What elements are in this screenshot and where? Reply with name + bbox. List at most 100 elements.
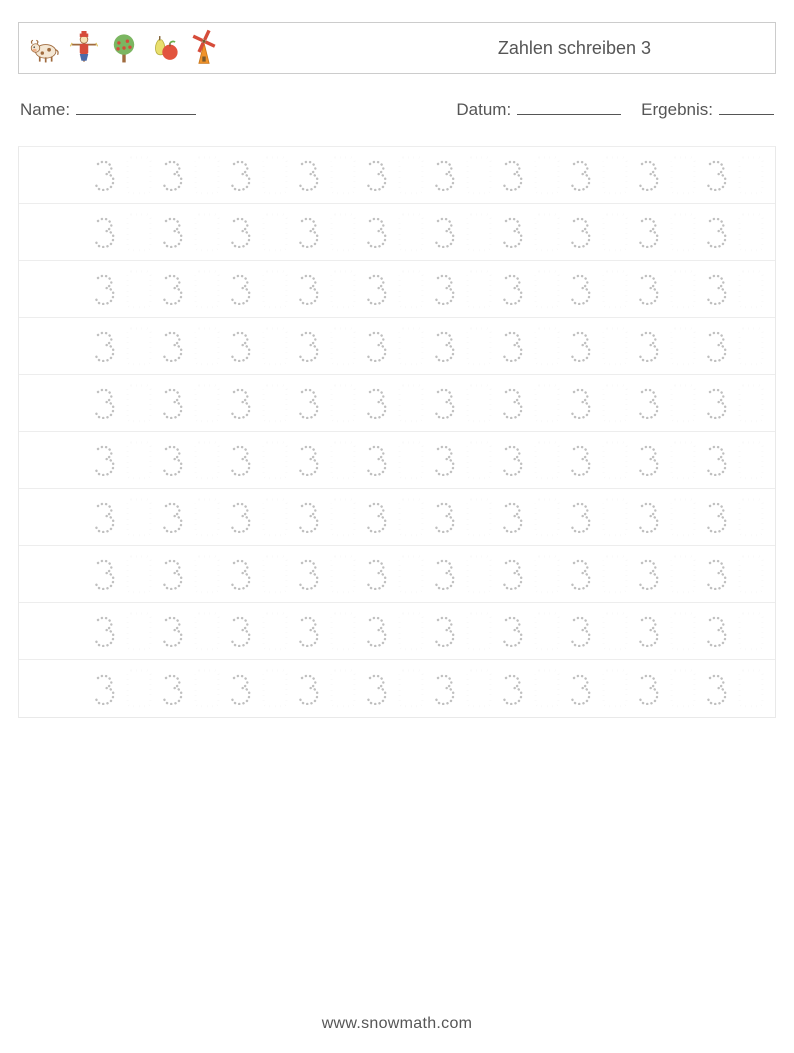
traced-blank-box[interactable] (601, 212, 629, 252)
traced-digit-3[interactable] (91, 611, 119, 651)
traced-digit-3[interactable] (295, 611, 323, 651)
traced-blank-box[interactable] (533, 212, 561, 252)
traced-digit-3[interactable] (703, 669, 731, 709)
traced-digit-3[interactable] (159, 326, 187, 366)
traced-blank-box[interactable] (533, 497, 561, 537)
traced-digit-3[interactable] (91, 155, 119, 195)
traced-blank-box[interactable] (193, 212, 221, 252)
traced-digit-3[interactable] (499, 669, 527, 709)
traced-digit-3[interactable] (91, 440, 119, 480)
traced-digit-3[interactable] (499, 155, 527, 195)
traced-digit-3[interactable] (295, 326, 323, 366)
traced-digit-3[interactable] (499, 383, 527, 423)
traced-blank-box[interactable] (601, 383, 629, 423)
traced-digit-3[interactable] (227, 326, 255, 366)
traced-digit-3[interactable] (567, 669, 595, 709)
traced-blank-box[interactable] (669, 611, 697, 651)
date-blank[interactable] (517, 100, 621, 115)
traced-blank-box[interactable] (329, 497, 357, 537)
traced-digit-3[interactable] (567, 212, 595, 252)
traced-digit-3[interactable] (363, 497, 391, 537)
traced-digit-3[interactable] (159, 669, 187, 709)
traced-digit-3[interactable] (363, 669, 391, 709)
traced-digit-3[interactable] (91, 383, 119, 423)
traced-blank-box[interactable] (465, 611, 493, 651)
traced-digit-3[interactable] (635, 155, 663, 195)
traced-blank-box[interactable] (329, 212, 357, 252)
traced-digit-3[interactable] (295, 155, 323, 195)
traced-digit-3[interactable] (703, 611, 731, 651)
traced-digit-3[interactable] (295, 497, 323, 537)
traced-blank-box[interactable] (397, 669, 425, 709)
traced-blank-box[interactable] (669, 383, 697, 423)
traced-digit-3[interactable] (363, 611, 391, 651)
traced-digit-3[interactable] (567, 611, 595, 651)
traced-blank-box[interactable] (669, 155, 697, 195)
traced-digit-3[interactable] (295, 440, 323, 480)
traced-digit-3[interactable] (635, 383, 663, 423)
traced-blank-box[interactable] (397, 440, 425, 480)
traced-blank-box[interactable] (125, 383, 153, 423)
traced-blank-box[interactable] (465, 497, 493, 537)
traced-blank-box[interactable] (533, 155, 561, 195)
traced-blank-box[interactable] (329, 669, 357, 709)
traced-blank-box[interactable] (601, 554, 629, 594)
traced-digit-3[interactable] (431, 383, 459, 423)
traced-blank-box[interactable] (669, 269, 697, 309)
traced-digit-3[interactable] (499, 611, 527, 651)
traced-digit-3[interactable] (635, 326, 663, 366)
traced-blank-box[interactable] (193, 554, 221, 594)
traced-blank-box[interactable] (397, 554, 425, 594)
traced-blank-box[interactable] (125, 155, 153, 195)
traced-blank-box[interactable] (533, 383, 561, 423)
traced-blank-box[interactable] (193, 326, 221, 366)
traced-blank-box[interactable] (533, 269, 561, 309)
traced-digit-3[interactable] (567, 269, 595, 309)
traced-digit-3[interactable] (431, 497, 459, 537)
traced-blank-box[interactable] (261, 554, 289, 594)
traced-blank-box[interactable] (669, 440, 697, 480)
traced-blank-box[interactable] (261, 669, 289, 709)
traced-blank-box[interactable] (669, 669, 697, 709)
traced-blank-box[interactable] (737, 326, 765, 366)
traced-blank-box[interactable] (533, 326, 561, 366)
traced-digit-3[interactable] (703, 155, 731, 195)
traced-digit-3[interactable] (227, 611, 255, 651)
traced-digit-3[interactable] (431, 212, 459, 252)
traced-digit-3[interactable] (567, 440, 595, 480)
traced-blank-box[interactable] (737, 497, 765, 537)
traced-blank-box[interactable] (533, 669, 561, 709)
traced-digit-3[interactable] (227, 383, 255, 423)
traced-blank-box[interactable] (329, 326, 357, 366)
traced-blank-box[interactable] (125, 212, 153, 252)
traced-digit-3[interactable] (159, 269, 187, 309)
traced-blank-box[interactable] (601, 497, 629, 537)
traced-digit-3[interactable] (227, 497, 255, 537)
traced-digit-3[interactable] (227, 554, 255, 594)
traced-blank-box[interactable] (465, 554, 493, 594)
traced-blank-box[interactable] (193, 497, 221, 537)
traced-blank-box[interactable] (125, 269, 153, 309)
traced-digit-3[interactable] (363, 269, 391, 309)
traced-digit-3[interactable] (567, 497, 595, 537)
traced-digit-3[interactable] (363, 326, 391, 366)
traced-digit-3[interactable] (159, 212, 187, 252)
traced-digit-3[interactable] (431, 326, 459, 366)
traced-digit-3[interactable] (227, 155, 255, 195)
traced-digit-3[interactable] (703, 440, 731, 480)
traced-blank-box[interactable] (669, 212, 697, 252)
name-blank[interactable] (76, 100, 196, 115)
traced-digit-3[interactable] (295, 212, 323, 252)
traced-blank-box[interactable] (261, 212, 289, 252)
traced-blank-box[interactable] (601, 440, 629, 480)
traced-digit-3[interactable] (703, 497, 731, 537)
traced-blank-box[interactable] (261, 155, 289, 195)
traced-blank-box[interactable] (329, 440, 357, 480)
traced-blank-box[interactable] (601, 669, 629, 709)
traced-blank-box[interactable] (329, 269, 357, 309)
traced-blank-box[interactable] (397, 155, 425, 195)
traced-blank-box[interactable] (261, 611, 289, 651)
traced-blank-box[interactable] (397, 611, 425, 651)
traced-blank-box[interactable] (465, 383, 493, 423)
traced-digit-3[interactable] (363, 383, 391, 423)
